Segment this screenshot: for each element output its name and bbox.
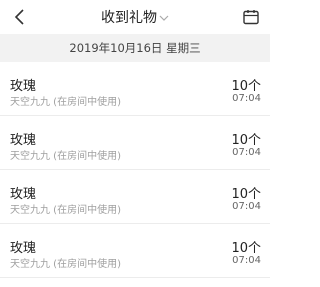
gift-source: 天空九九 (在房间中使用) bbox=[10, 259, 121, 270]
gift-time: 07:04 bbox=[232, 255, 261, 266]
top-bar: 收到礼物 bbox=[0, 0, 270, 34]
page-title: 收到礼物 bbox=[101, 10, 157, 26]
gift-count: 10个 bbox=[231, 187, 261, 202]
list-item[interactable]: 玫瑰 天空九九 (在房间中使用) 10个 07:04 bbox=[0, 116, 270, 170]
list-item[interactable]: 玫瑰 天空九九 (在房间中使用) 10个 07:04 bbox=[0, 224, 270, 278]
gift-name: 玫瑰 bbox=[10, 133, 37, 148]
gift-source: 天空九九 (在房间中使用) bbox=[10, 151, 121, 162]
list-item[interactable]: 玫瑰 天空九九 (在房间中使用) 10个 07:04 bbox=[0, 170, 270, 224]
gift-source: 天空九九 (在房间中使用) bbox=[10, 97, 121, 108]
chevron-down-icon bbox=[159, 10, 169, 26]
calendar-icon[interactable] bbox=[242, 8, 260, 26]
gift-name: 玫瑰 bbox=[10, 241, 37, 256]
gift-count: 10个 bbox=[231, 133, 261, 148]
gift-time: 07:04 bbox=[232, 201, 261, 212]
gift-name: 玫瑰 bbox=[10, 187, 37, 202]
gift-time: 07:04 bbox=[232, 93, 261, 104]
gift-count: 10个 bbox=[231, 79, 261, 94]
gift-count: 10个 bbox=[231, 241, 261, 256]
gift-source: 天空九九 (在房间中使用) bbox=[10, 205, 121, 216]
gift-time: 07:04 bbox=[232, 147, 261, 158]
gift-name: 玫瑰 bbox=[10, 79, 37, 94]
list-item[interactable]: 玫瑰 天空九九 (在房间中使用) 10个 07:04 bbox=[0, 62, 270, 116]
page-title-dropdown[interactable]: 收到礼物 bbox=[0, 7, 270, 27]
date-header: 2019年10月16日 星期三 bbox=[0, 34, 270, 62]
gift-list: 玫瑰 天空九九 (在房间中使用) 10个 07:04 玫瑰 天空九九 (在房间中… bbox=[0, 62, 270, 278]
